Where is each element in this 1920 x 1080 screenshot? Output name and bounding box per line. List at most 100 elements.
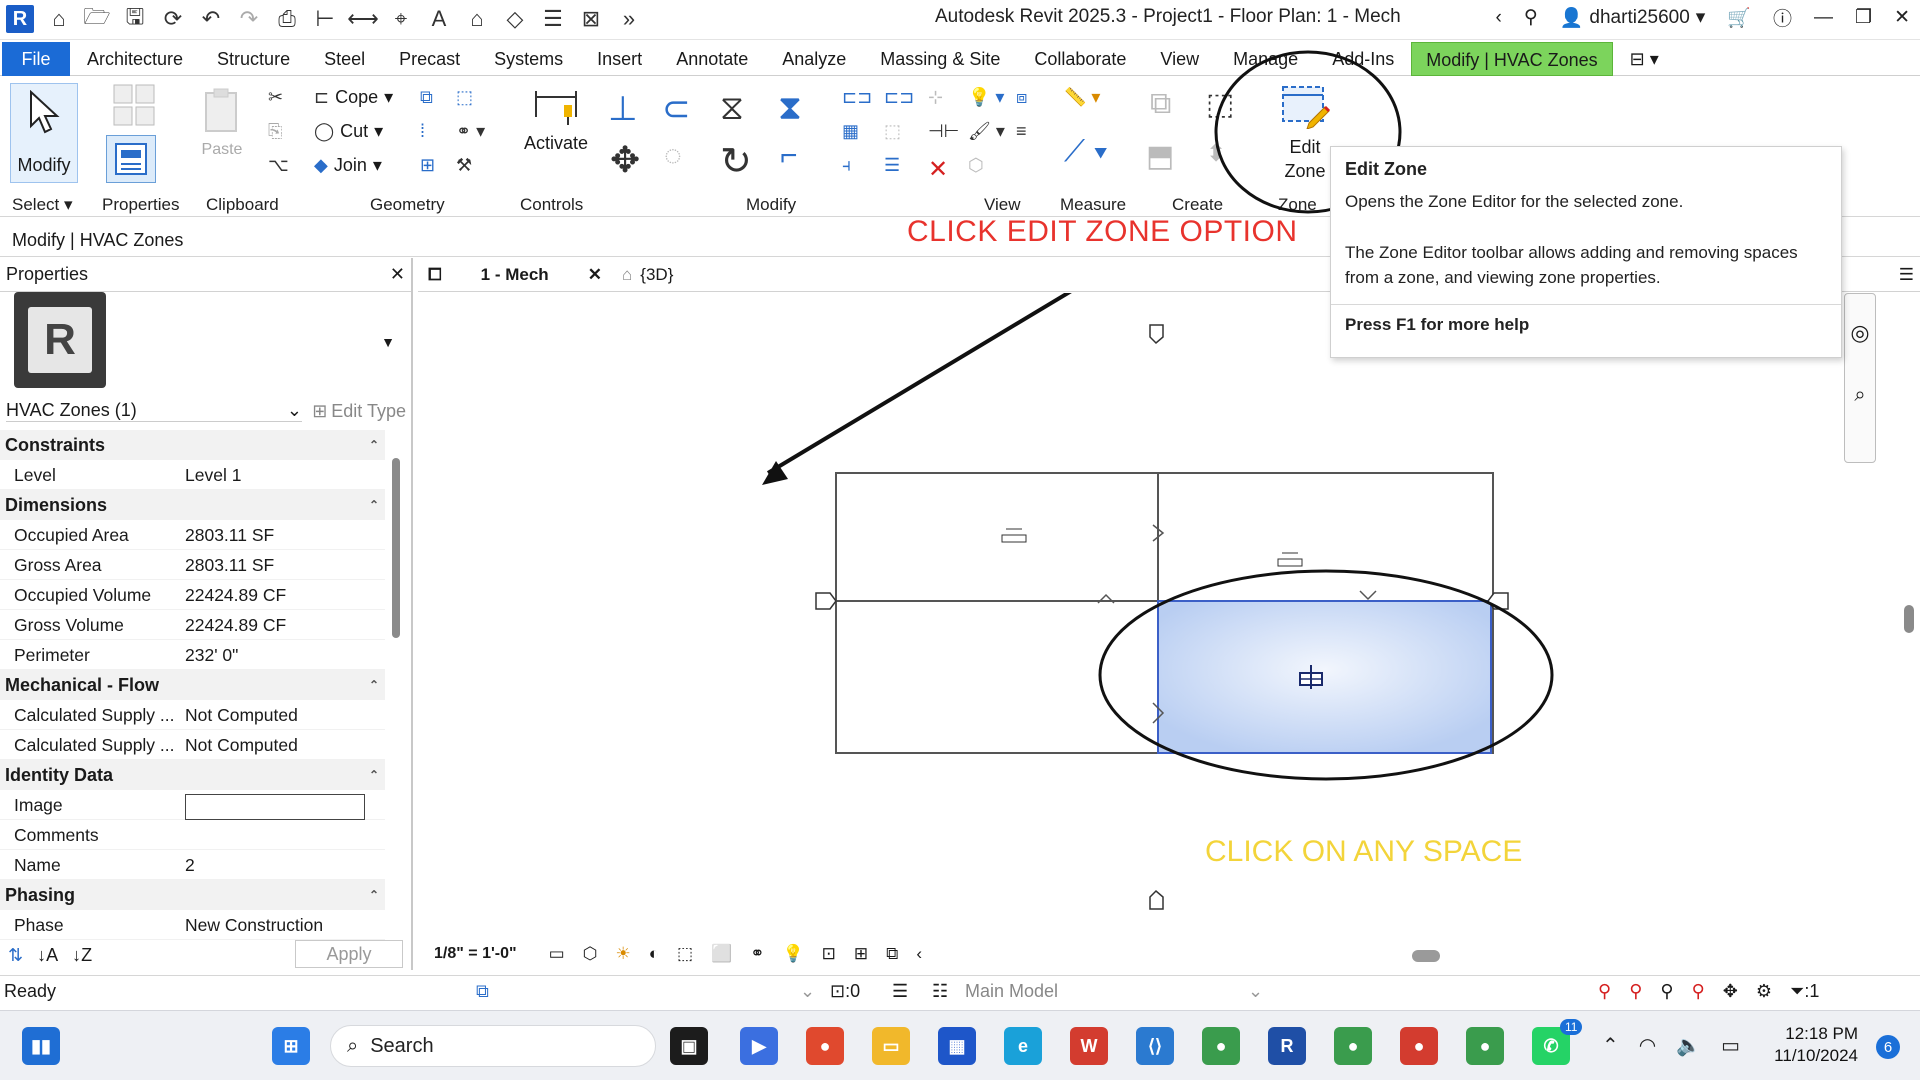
group-identity-data[interactable]: Identity Data ⌃ [0, 760, 385, 790]
worksets-icon[interactable]: ⧉ [476, 981, 489, 1002]
wifi-icon[interactable]: ◠ [1639, 1033, 1656, 1058]
sort-ascending-icon[interactable]: ↓A [37, 945, 58, 966]
geometry-tool-5-icon[interactable]: ⊞ [420, 155, 435, 176]
mirror-draw-icon[interactable]: ⧗ [778, 89, 802, 128]
edge-icon[interactable]: e [1004, 1027, 1042, 1065]
sort-descending-icon[interactable]: ↓Z [72, 945, 92, 966]
image-field[interactable] [185, 794, 365, 821]
navigation-bar[interactable]: ◎ ⌕ [1844, 293, 1876, 463]
analytical-model-icon[interactable]: ⧉ [886, 944, 898, 964]
elevation-marker-top[interactable] [1149, 324, 1164, 345]
open-icon[interactable]: 🗁 [83, 4, 110, 32]
select-pinned-icon[interactable]: ⚲ [1660, 981, 1673, 1002]
geometry-tool-4-icon[interactable]: ⚭ ▾ [456, 121, 485, 142]
tab-precast[interactable]: Precast [382, 42, 477, 76]
tab-view-3d[interactable]: ⌂ {3D} [612, 258, 683, 292]
cope-button[interactable]: ⊏ Cope ▾ [314, 87, 393, 108]
store-icon[interactable]: ▦ [938, 1027, 976, 1065]
sync-icon[interactable]: ⟳ [160, 6, 186, 32]
unpin-icon[interactable]: ⊣⊢ [928, 121, 959, 142]
properties-scrollbar[interactable] [392, 458, 400, 638]
view-tool-2-icon[interactable]: ⧈ [1016, 87, 1027, 108]
steering-wheel-icon[interactable]: ◎ [1845, 320, 1875, 346]
background-process-icon[interactable]: ⚙ [1756, 981, 1772, 1002]
temporary-properties-icon[interactable]: ⊞ [854, 944, 868, 964]
main-model[interactable]: Main Model [965, 981, 1058, 1002]
section-marker-left[interactable] [815, 592, 837, 610]
mirror-axis-icon[interactable]: ⧖ [720, 89, 744, 128]
split-icon[interactable]: ⊏⊐ [842, 87, 872, 108]
close-properties-icon[interactable]: ✕ [390, 264, 405, 285]
tab-annotate[interactable]: Annotate [659, 42, 765, 76]
canvas-scrollbar[interactable] [1904, 605, 1914, 633]
save-icon[interactable]: 🖫 [122, 4, 148, 32]
detail-level-icon[interactable]: ▭ [549, 944, 565, 964]
task-view-icon[interactable]: ▣ [670, 1027, 708, 1065]
prop-row[interactable]: Gross Volume 22424.89 CF [0, 610, 385, 640]
selected-zone-space[interactable] [1157, 600, 1492, 754]
chrome-profile-2-icon[interactable]: ● [1334, 1027, 1372, 1065]
offset-icon[interactable]: ⊂ [662, 89, 691, 129]
sun-path-icon[interactable]: ☀ [615, 944, 630, 964]
reveal-hidden-icon[interactable]: ⊡ [822, 944, 836, 964]
chrome-profile-3-icon[interactable]: ● [1400, 1027, 1438, 1065]
shadows-icon[interactable]: ◐ [649, 944, 659, 964]
geometry-tool-3-icon[interactable]: ⁞ [420, 121, 425, 142]
tab-view[interactable]: View [1143, 42, 1216, 76]
type-dropdown-icon[interactable]: ▼ [381, 334, 395, 350]
chevron-left-icon[interactable]: ‹ [1496, 7, 1502, 29]
chevron-down-icon[interactable]: ⌄ [1248, 981, 1263, 1002]
design-options-icon[interactable]: ⊡:0 [830, 981, 860, 1002]
tab-architecture[interactable]: Architecture [70, 42, 200, 76]
print-icon[interactable]: ⎙ [274, 6, 300, 32]
volume-icon[interactable]: 🔈 [1676, 1033, 1701, 1058]
geometry-tool-1-icon[interactable]: ⧉ [420, 87, 433, 108]
tab-collaborate[interactable]: Collaborate [1017, 42, 1143, 76]
taskbar-search[interactable]: ⌕ Search [330, 1025, 656, 1067]
prop-row[interactable]: Comments [0, 820, 385, 850]
text-icon[interactable]: A [426, 6, 452, 32]
measure-icon[interactable]: ⊢ [312, 6, 338, 32]
crop-view-icon[interactable]: ⬚ [677, 944, 693, 964]
tab-file[interactable]: File [2, 41, 70, 76]
activate-button[interactable]: Activate [524, 87, 588, 154]
panel-toggle-icon[interactable]: ⊟ ▾ [1613, 42, 1676, 76]
create-assembly-icon[interactable]: ⧉ [1150, 87, 1171, 121]
tab-structure[interactable]: Structure [200, 42, 307, 76]
drawing-canvas[interactable]: ◎ ⌕ CLICK ON ANY SPACE [418, 267, 1918, 933]
prop-row[interactable]: Image [0, 790, 385, 821]
instance-filter[interactable]: HVAC Zones (1) ⌄ [6, 400, 302, 422]
extend-icon[interactable]: ☰ [884, 155, 900, 176]
tab-massing-site[interactable]: Massing & Site [863, 42, 1017, 76]
cut-geometry-button[interactable]: ◯ Cut ▾ [314, 121, 383, 142]
group-mechanical-flow[interactable]: Mechanical - Flow ⌃ [0, 670, 385, 700]
select-underlay-icon[interactable]: ⚲ [1629, 981, 1642, 1002]
rotate-icon[interactable]: ↻ [720, 139, 752, 184]
meet-icon[interactable]: ▶ [740, 1027, 778, 1065]
show-crop-icon[interactable]: ⬜ [711, 944, 732, 964]
array-icon[interactable]: ▦ [842, 121, 859, 142]
horizontal-scrollbar[interactable] [1412, 950, 1440, 962]
copy-icon[interactable]: ⎘ [268, 121, 282, 142]
paste-button[interactable]: Paste [200, 87, 244, 159]
home-icon[interactable]: ⌂ [46, 6, 72, 32]
revit-taskbar-icon[interactable]: R [1268, 1027, 1306, 1065]
tab-view-1-mech[interactable]: ⧠ 1 - Mech ✕ [418, 258, 612, 292]
wps-icon[interactable]: W [1070, 1027, 1108, 1065]
redo-icon[interactable]: ↷ [236, 6, 262, 32]
dimension-icon[interactable]: ⟷ [347, 6, 379, 32]
unlocked-3d-icon[interactable]: ⚭ [750, 944, 764, 964]
drag-elements-icon[interactable]: ✥ [1723, 981, 1738, 1002]
close-hidden-icon[interactable]: ⊠ [578, 6, 604, 32]
help-icon[interactable]: ⓘ [1773, 4, 1792, 31]
tab-analyze[interactable]: Analyze [765, 42, 863, 76]
prop-row[interactable]: Level Level 1 [0, 460, 385, 490]
undo-icon[interactable]: ↶ [198, 6, 224, 32]
copy-modify-icon[interactable]: ◌ [664, 139, 682, 173]
space-tag-1[interactable] [1001, 528, 1027, 543]
split-gap-icon[interactable]: ⊏⊐ [884, 87, 914, 108]
apply-button[interactable]: Apply [295, 940, 403, 968]
space-tag-2[interactable] [1277, 552, 1303, 567]
tab-systems[interactable]: Systems [477, 42, 580, 76]
override-graphics-icon[interactable]: 🖌 ▾ [968, 121, 1005, 142]
